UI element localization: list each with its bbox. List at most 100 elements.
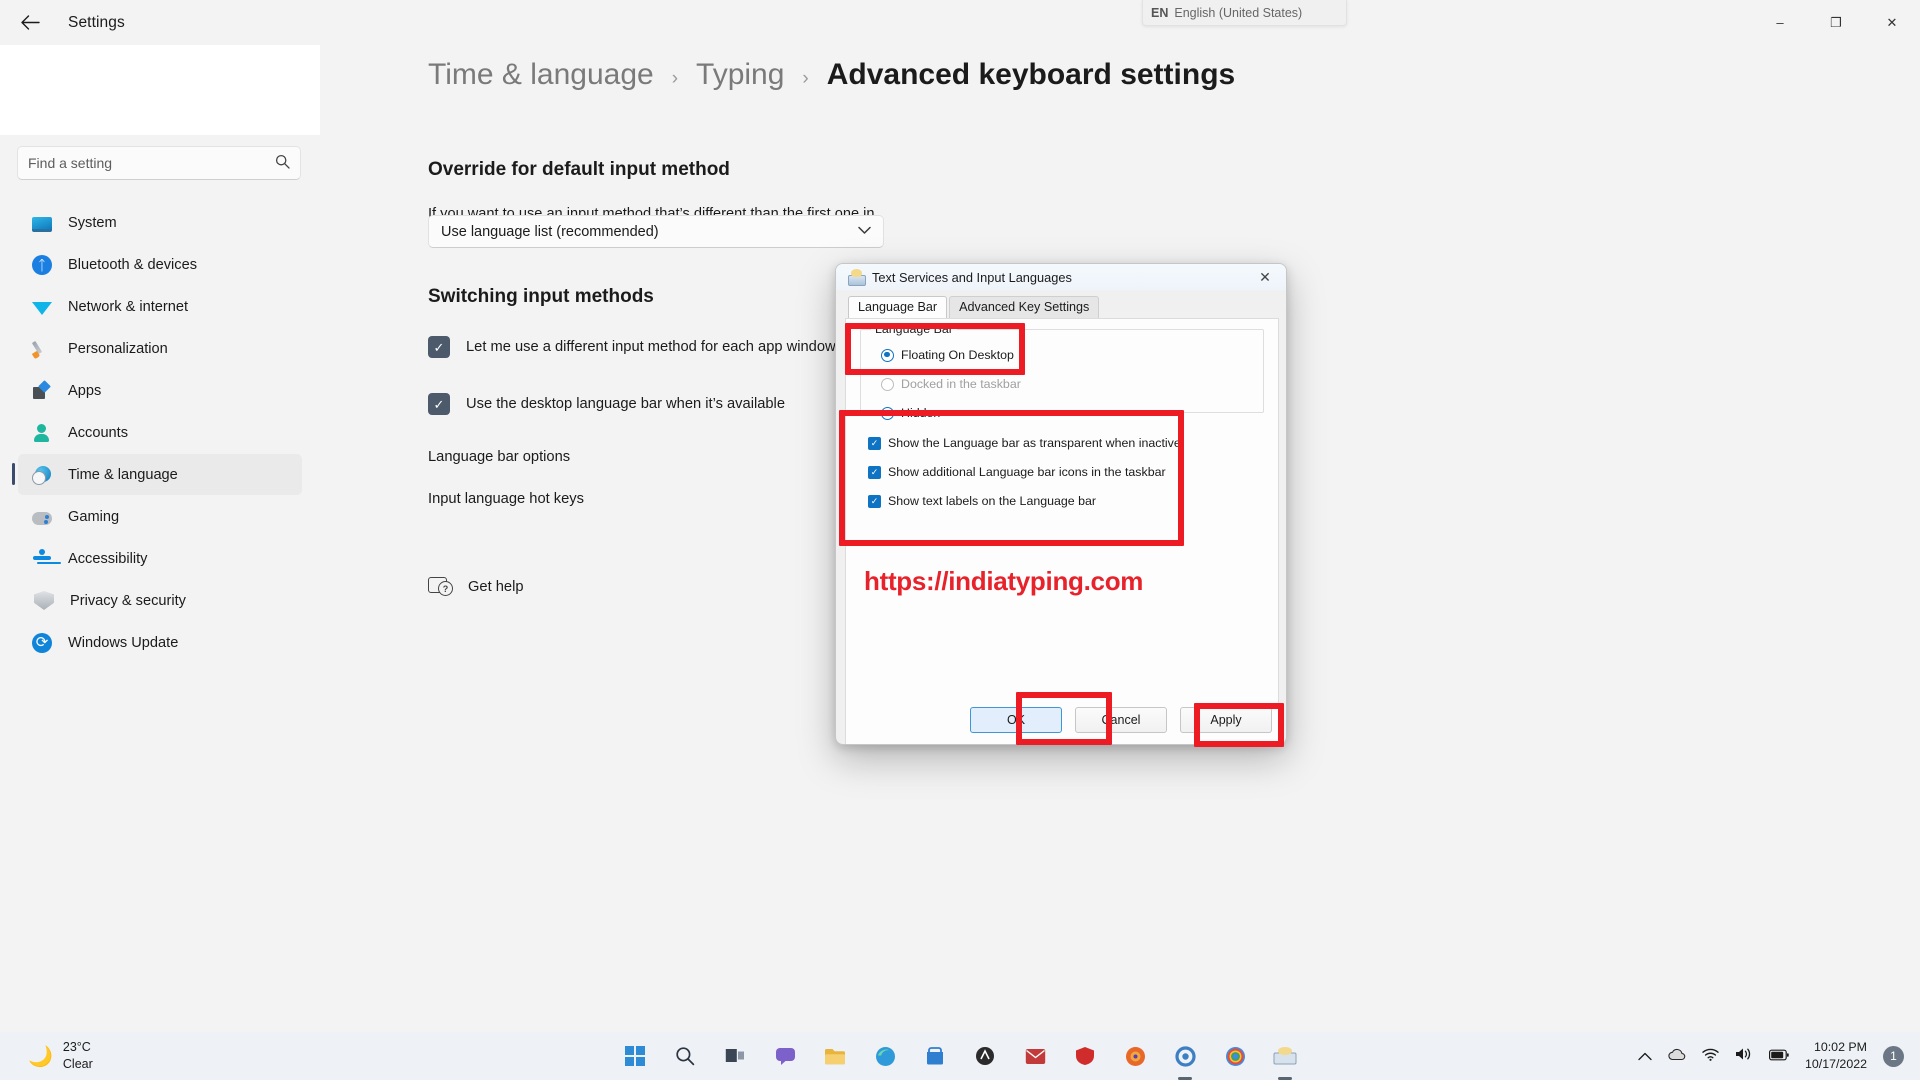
person-icon (32, 423, 52, 443)
sidebar-item-privacy-security[interactable]: Privacy & security (18, 580, 302, 621)
clock[interactable]: 10:02 PM 10/17/2022 (1805, 1039, 1867, 1072)
apply-button[interactable]: Apply (1180, 707, 1272, 733)
sidebar-item-label: Time & language (68, 466, 178, 483)
checkbox-checked-icon[interactable]: ✓ (428, 393, 450, 415)
checkbox-row-transparent-when-inactive[interactable]: ✓ Show the Language bar as transparent w… (868, 436, 1181, 450)
sidebar-item-apps[interactable]: Apps (18, 370, 302, 411)
chat-icon[interactable] (765, 1036, 805, 1076)
firefox-icon[interactable] (1115, 1036, 1155, 1076)
back-button[interactable] (8, 7, 52, 39)
language-code: EN (1151, 5, 1169, 20)
close-button[interactable]: ✕ (1864, 0, 1920, 45)
checkbox-row-desktop-language-bar[interactable]: ✓ Use the desktop language bar when it’s… (428, 393, 785, 415)
mail-icon[interactable] (1015, 1036, 1055, 1076)
sidebar-item-system[interactable]: System (18, 202, 302, 243)
sidebar-nav: System ᛏ Bluetooth & devices Network & i… (0, 202, 320, 664)
breadcrumb-time-language[interactable]: Time & language (428, 58, 654, 92)
radio-label: Floating On Desktop (901, 348, 1014, 362)
checkbox-checked-icon[interactable]: ✓ (428, 336, 450, 358)
checkbox-row-additional-icons-taskbar[interactable]: ✓ Show additional Language bar icons in … (868, 465, 1166, 479)
sidebar: System ᛏ Bluetooth & devices Network & i… (0, 45, 320, 1032)
monitor-icon (32, 216, 52, 232)
system-tray: 10:02 PM 10/17/2022 1 (1638, 1039, 1904, 1072)
radio-selected-icon[interactable] (881, 348, 894, 362)
search-input[interactable] (28, 155, 275, 171)
maximize-button[interactable]: ❐ (1808, 0, 1864, 45)
search-icon (275, 154, 290, 172)
chevron-up-icon[interactable] (1638, 1048, 1652, 1065)
link-language-bar-options[interactable]: Language bar options (428, 449, 570, 465)
search-icon[interactable] (665, 1036, 705, 1076)
get-help[interactable]: Get help (428, 576, 524, 598)
checkbox-checked-icon[interactable]: ✓ (868, 436, 881, 450)
keyboard-app-icon[interactable] (1265, 1036, 1305, 1076)
radio-row-floating-on-desktop[interactable]: Floating On Desktop (881, 348, 1014, 362)
sidebar-item-label: Accessibility (68, 550, 148, 567)
tab-language-bar[interactable]: Language Bar (848, 296, 948, 318)
dialog-tabstrip: Language Bar Advanced Key Settings (836, 290, 1286, 318)
weather-widget[interactable]: 🌙 23°C Clear (28, 1039, 93, 1073)
checkbox-row-different-input-method[interactable]: ✓ Let me use a different input method fo… (428, 336, 836, 358)
window-titlebar: Settings – ❐ ✕ (0, 0, 1920, 45)
cloud-icon[interactable] (1668, 1048, 1686, 1065)
sidebar-item-accessibility[interactable]: Accessibility (18, 538, 302, 579)
sidebar-item-label: Accounts (68, 424, 129, 441)
app-icon[interactable] (965, 1036, 1005, 1076)
apps-icon (32, 381, 52, 401)
switching-heading: Switching input methods (428, 286, 654, 307)
sidebar-item-label: Privacy & security (70, 592, 186, 609)
radio-unselected-icon[interactable] (881, 377, 894, 391)
dialog-titlebar: Text Services and Input Languages ✕ (836, 264, 1286, 290)
battery-icon[interactable] (1768, 1048, 1789, 1065)
sidebar-item-time-language[interactable]: Time & language (12, 454, 302, 495)
breadcrumb-typing[interactable]: Typing (696, 58, 784, 92)
shield-app-icon[interactable] (1065, 1036, 1105, 1076)
weather-temperature: 23°C (62, 1040, 91, 1055)
sidebar-item-network-internet[interactable]: Network & internet (18, 286, 302, 327)
settings-icon[interactable] (1165, 1036, 1205, 1076)
sidebar-item-gaming[interactable]: Gaming (18, 496, 302, 537)
arrow-left-icon (20, 15, 40, 30)
radio-label: Docked in the taskbar (901, 377, 1021, 391)
file-explorer-icon[interactable] (815, 1036, 855, 1076)
edge-icon[interactable] (865, 1036, 905, 1076)
cancel-button[interactable]: Cancel (1075, 707, 1167, 733)
chrome-icon[interactable] (1215, 1036, 1255, 1076)
language-bar-indicator[interactable]: EN English (United States) expand-icon (1142, 0, 1347, 26)
checkbox-checked-icon[interactable]: ✓ (868, 465, 881, 479)
search-box[interactable] (17, 146, 301, 180)
minimize-button[interactable]: – (1752, 0, 1808, 45)
ok-button[interactable]: OK (970, 707, 1062, 733)
notification-badge[interactable]: 1 (1883, 1045, 1904, 1067)
sidebar-item-label: System (68, 214, 117, 231)
wifi-icon[interactable] (1702, 1048, 1719, 1065)
accessibility-icon (32, 548, 52, 569)
task-view-icon[interactable] (715, 1036, 755, 1076)
dialog-body: Language Bar Floating On Desktop Docked … (845, 318, 1279, 744)
shield-icon (34, 591, 54, 610)
tab-advanced-key-settings[interactable]: Advanced Key Settings (949, 296, 1100, 318)
profile-card (0, 45, 320, 135)
link-input-language-hot-keys[interactable]: Input language hot keys (428, 491, 584, 507)
sidebar-item-label: Bluetooth & devices (68, 256, 197, 273)
start-icon[interactable] (615, 1036, 655, 1076)
sidebar-item-bluetooth-devices[interactable]: ᛏ Bluetooth & devices (18, 244, 302, 285)
store-icon[interactable] (915, 1036, 955, 1076)
weather-condition: Clear (62, 1057, 93, 1071)
gamepad-icon (32, 512, 52, 525)
sidebar-item-personalization[interactable]: Personalization (18, 328, 302, 369)
radio-unselected-icon[interactable] (881, 406, 894, 420)
dialog-close-button[interactable]: ✕ (1250, 266, 1280, 288)
chevron-down-icon (858, 226, 871, 238)
dialog-title: Text Services and Input Languages (872, 269, 1072, 285)
checkbox-row-text-labels[interactable]: ✓ Show text labels on the Language bar (868, 494, 1096, 508)
radio-row-docked-in-taskbar[interactable]: Docked in the taskbar (881, 377, 1021, 391)
radio-row-hidden[interactable]: Hidden (881, 406, 940, 420)
sidebar-item-windows-update[interactable]: Windows Update (18, 622, 302, 663)
window-caption-buttons: – ❐ ✕ (1752, 0, 1920, 45)
sidebar-item-accounts[interactable]: Accounts (18, 412, 302, 453)
default-input-method-dropdown[interactable]: Use language list (recommended) (428, 215, 884, 248)
checkbox-checked-icon[interactable]: ✓ (868, 494, 881, 508)
dropdown-value: Use language list (recommended) (441, 223, 659, 240)
volume-icon[interactable] (1735, 1047, 1753, 1065)
